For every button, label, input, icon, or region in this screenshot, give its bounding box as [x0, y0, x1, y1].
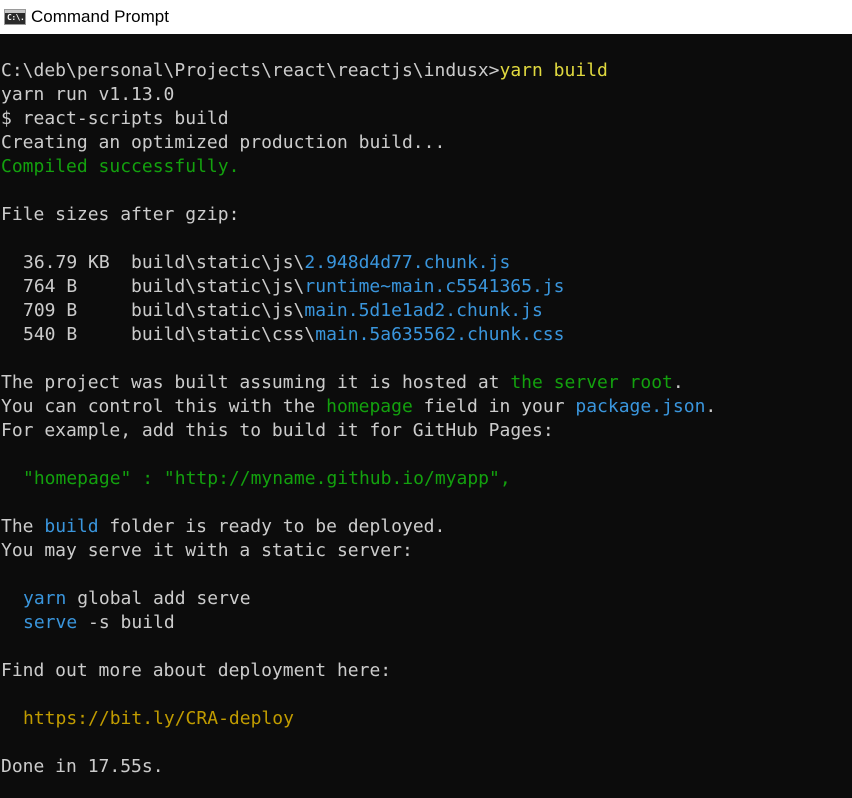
- hosted-period: .: [672, 372, 684, 393]
- file-dir: build\static\js\: [131, 276, 305, 297]
- done-line: Done in 17.55s.: [1, 756, 164, 777]
- file-row: 540 B build\static\css\main.5a635562.chun…: [1, 323, 852, 347]
- serve-word: serve: [23, 612, 78, 633]
- package-json-text: package.json: [575, 396, 706, 417]
- file-dir: build\static\css\: [131, 324, 316, 345]
- serve-rest-text: -s build: [77, 612, 175, 633]
- homepage-json-value: "http://myname.github.io/myapp",: [163, 468, 511, 489]
- file-name: 2.948d4d77.chunk.js: [304, 252, 511, 273]
- control-period: .: [705, 396, 717, 417]
- serve-line: You may serve it with a static server:: [1, 540, 413, 561]
- file-row: 709 B build\static\js\main.5d1e1ad2.chunk…: [1, 299, 852, 323]
- file-size: 540 B: [23, 324, 78, 345]
- icon-glyph-text: C:\.: [7, 12, 25, 22]
- serve-command-line: serve -s build: [1, 611, 852, 635]
- command-line: C:\deb\personal\Projects\react\reactjs\i…: [1, 59, 852, 83]
- command-prompt-window: C:\. Command Prompt C:\deb\personal\Proj…: [0, 0, 852, 798]
- hosted-line: The project was built assuming it is hos…: [1, 371, 852, 395]
- compiled-success-line: Compiled successfully.: [1, 156, 240, 177]
- control-line: You can control this with the homepage f…: [1, 395, 852, 419]
- homepage-json-line: "homepage" : "http://myname.github.io/my…: [1, 467, 852, 491]
- file-dir: build\static\js\: [131, 252, 305, 273]
- control-text: You can control this with the: [1, 396, 327, 417]
- script-line: $ react-scripts build: [1, 108, 229, 129]
- yarn-rest-text: global add serve: [66, 588, 251, 609]
- find-out-line: Find out more about deployment here:: [1, 660, 392, 681]
- file-size: 36.79 KB: [23, 252, 110, 273]
- build-pre-text: The: [1, 516, 45, 537]
- example-line: For example, add this to build it for Gi…: [1, 420, 554, 441]
- deploy-url[interactable]: https://bit.ly/CRA-deploy: [1, 707, 852, 731]
- file-name: main.5d1e1ad2.chunk.js: [304, 300, 543, 321]
- file-sizes-heading: File sizes after gzip:: [1, 204, 240, 225]
- file-name: runtime~main.c5541365.js: [304, 276, 565, 297]
- file-row: 764 B build\static\js\runtime~main.c55413…: [1, 275, 852, 299]
- hosted-text: The project was built assuming it is hos…: [1, 372, 511, 393]
- yarn-global-line: yarn global add serve: [1, 587, 852, 611]
- homepage-field-text: homepage: [326, 396, 413, 417]
- entered-command: yarn build: [499, 60, 608, 81]
- file-size: 709 B: [23, 300, 78, 321]
- file-size: 764 B: [23, 276, 78, 297]
- title-bar[interactable]: C:\. Command Prompt: [0, 0, 852, 34]
- file-name: main.5a635562.chunk.css: [315, 324, 565, 345]
- build-folder-line: The build folder is ready to be deployed…: [1, 515, 852, 539]
- server-root-text: the server root: [510, 372, 673, 393]
- cmd-icon: C:\.: [4, 8, 26, 25]
- creating-build-line: Creating an optimized production build..…: [1, 132, 446, 153]
- window-title: Command Prompt: [31, 7, 169, 26]
- build-post-text: folder is ready to be deployed.: [98, 516, 446, 537]
- build-folder-word: build: [44, 516, 99, 537]
- console-output[interactable]: C:\deb\personal\Projects\react\reactjs\i…: [1, 59, 852, 779]
- yarn-word: yarn: [23, 588, 67, 609]
- prompt-path: C:\deb\personal\Projects\react\reactjs\i…: [1, 60, 500, 81]
- file-row: 36.79 KB build\static\js\2.948d4d77.chunk…: [1, 251, 852, 275]
- file-dir: build\static\js\: [131, 300, 305, 321]
- yarn-version-line: yarn run v1.13.0: [1, 84, 175, 105]
- homepage-json-key: "homepage" :: [23, 468, 164, 489]
- control-mid-text: field in your: [412, 396, 576, 417]
